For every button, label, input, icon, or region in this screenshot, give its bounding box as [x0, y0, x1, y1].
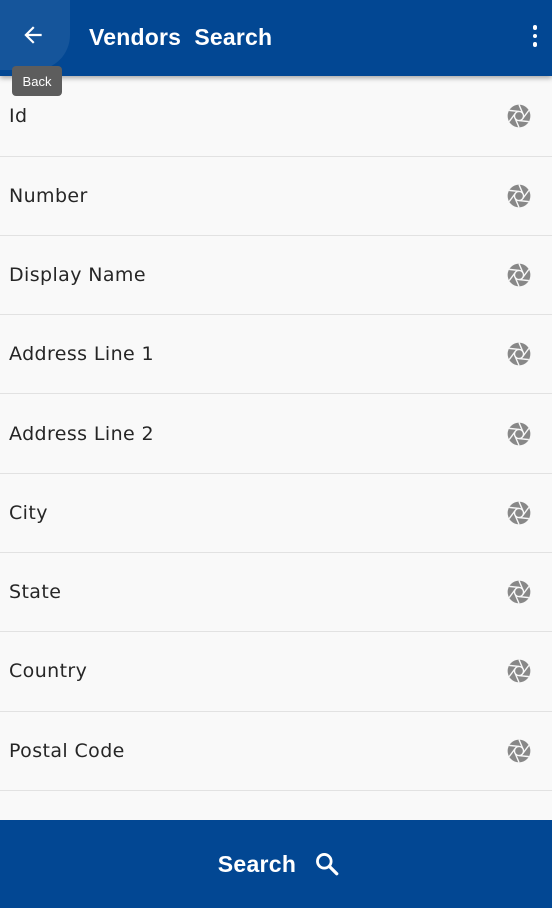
- aperture-icon[interactable]: [506, 658, 532, 684]
- more-vertical-icon: [532, 25, 538, 30]
- search-button-label: Search: [217, 850, 297, 877]
- aperture-icon[interactable]: [506, 103, 532, 129]
- search-field-row[interactable]: Country: [0, 632, 552, 712]
- aperture-icon[interactable]: [506, 738, 532, 764]
- page-title: Vendors Search: [89, 24, 273, 50]
- aperture-icon[interactable]: [506, 183, 532, 209]
- bottom-action-bar: Search: [0, 820, 552, 908]
- search-field-row[interactable]: Address Line 2: [0, 394, 552, 474]
- search-field-row[interactable]: City: [0, 474, 552, 553]
- search-field-row[interactable]: Number: [0, 157, 552, 236]
- search-field-row[interactable]: State: [0, 553, 552, 633]
- back-button[interactable]: [0, 0, 70, 70]
- field-label: Postal Code: [9, 739, 125, 762]
- search-field-row[interactable]: Id: [0, 76, 552, 157]
- search-field-row[interactable]: Address Line 1: [0, 315, 552, 395]
- more-vertical-icon-dot: [532, 42, 538, 47]
- more-vertical-icon-dot: [532, 33, 538, 39]
- search-button[interactable]: Search: [218, 851, 341, 878]
- aperture-icon[interactable]: [506, 262, 532, 288]
- vendors-search-screen: Vendors Search Back Id Number Display Na…: [0, 0, 552, 908]
- field-label: Address Line 2: [9, 422, 155, 445]
- field-label: City: [9, 501, 48, 524]
- search-field-row[interactable]: Postal Code: [0, 712, 552, 791]
- field-label: Country: [9, 660, 88, 683]
- magnifier-icon: [314, 851, 340, 877]
- more-options-button[interactable]: [530, 22, 540, 50]
- field-label: State: [9, 581, 62, 604]
- aperture-icon[interactable]: [506, 500, 532, 526]
- back-tooltip: Back: [12, 66, 62, 96]
- aperture-icon[interactable]: [506, 579, 532, 605]
- arrow-left-icon: [24, 26, 42, 44]
- field-label: Number: [9, 184, 88, 207]
- search-fields-list: Id Number Display Name Address Line 1 Ad…: [0, 76, 552, 791]
- field-label: Display Name: [9, 263, 146, 286]
- aperture-icon[interactable]: [506, 421, 532, 447]
- app-bar: Vendors Search: [0, 0, 552, 76]
- field-label: Address Line 1: [9, 343, 155, 366]
- aperture-icon[interactable]: [506, 341, 532, 367]
- search-field-row[interactable]: Display Name: [0, 236, 552, 316]
- field-label: Id: [9, 104, 28, 127]
